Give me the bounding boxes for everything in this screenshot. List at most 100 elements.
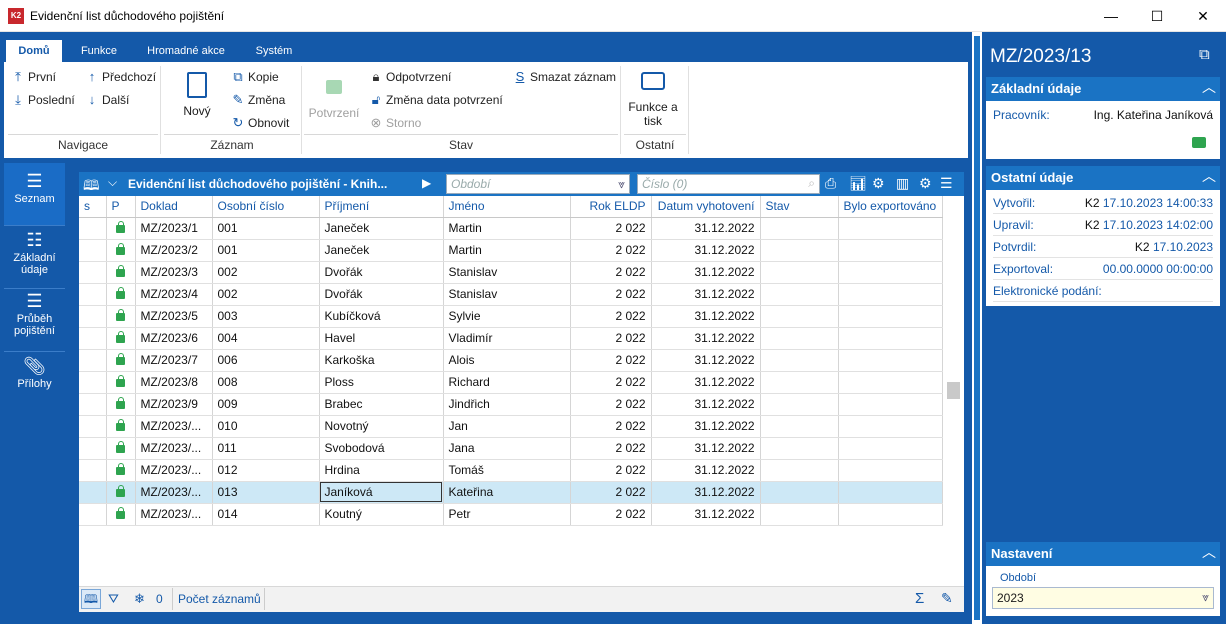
cell-datum-vyhotoveni[interactable]: 31.12.2022 [651,305,761,328]
col-rok-eldp[interactable]: Rok ELDP [570,196,652,218]
copy-button[interactable]: ⧉ Kopie [232,69,278,85]
cell-rok-eldp[interactable]: 2 022 [570,437,652,460]
cell-prijmeni[interactable]: Koutný [319,503,444,526]
tab-funkce[interactable]: Funkce [72,40,126,62]
refresh-button[interactable]: ↻ Obnovit [232,115,290,131]
cell-bylo-exportovano[interactable] [838,481,943,504]
cell-prijmeni[interactable]: Dvořák [319,283,444,306]
cell-rok-eldp[interactable]: 2 022 [570,239,652,262]
nav-item-seznam[interactable]: ☰ Seznam [4,163,65,225]
popout-icon[interactable]: ⧉ [1199,46,1210,63]
chevron-up-icon[interactable]: ︿ [1202,166,1216,186]
cell-prijmeni[interactable]: Kubíčková [319,305,444,328]
table-row[interactable]: MZ/2023/4 002 Dvořák Stanislav 2 022 31.12.20… [79,283,943,306]
cell-doklad[interactable]: MZ/2023/... [135,481,213,504]
snowflake-icon[interactable]: ❄ [134,591,145,607]
cell-prijmeni[interactable]: Janeček [319,217,444,240]
tab-domu[interactable]: Domů [6,40,62,62]
cell-rok-eldp[interactable]: 2 022 [570,503,652,526]
table-row[interactable]: MZ/2023/... 014 Koutný Petr 2 022 31.12.2022 [79,503,943,526]
cell-datum-vyhotoveni[interactable]: 31.12.2022 [651,371,761,394]
cell-doklad[interactable]: MZ/2023/3 [135,261,213,284]
cell-osobni-cislo[interactable]: 010 [212,415,320,438]
cell-osobni-cislo[interactable]: 008 [212,371,320,394]
previous-button[interactable]: ↑ Předchozí [86,69,156,84]
cell-datum-vyhotoveni[interactable]: 31.12.2022 [651,459,761,482]
cell-rok-eldp[interactable]: 2 022 [570,283,652,306]
cell-rok-eldp[interactable]: 2 022 [570,349,652,372]
cell-jmeno[interactable]: Sylvie [443,305,571,328]
cell-datum-vyhotoveni[interactable]: 31.12.2022 [651,239,761,262]
cell-stav[interactable] [760,217,839,240]
section-header-nastaveni[interactable]: Nastavení ︿ [986,542,1220,566]
cell-s[interactable] [79,437,107,460]
cell-stav[interactable] [760,283,839,306]
cell-bylo-exportovano[interactable] [838,371,943,394]
cell-stav[interactable] [760,437,839,460]
cell-osobni-cislo[interactable]: 006 [212,349,320,372]
cell-p[interactable] [106,305,136,328]
columns-icon[interactable]: ▥ [896,175,909,192]
cell-p[interactable] [106,239,136,262]
cell-doklad[interactable]: MZ/2023/7 [135,349,213,372]
cell-p[interactable] [106,503,136,526]
obdobi-select[interactable]: 2023 ⩔ [992,587,1214,609]
table-row[interactable]: MZ/2023/1 001 Janeček Martin 2 022 31.12.2022 [79,217,943,240]
cell-datum-vyhotoveni[interactable]: 31.12.2022 [651,349,761,372]
cell-s[interactable] [79,349,107,372]
tab-hromadne-akce[interactable]: Hromadné akce [140,40,232,62]
settings-gear-icon[interactable]: ⚙︎ [919,175,932,192]
cell-jmeno[interactable]: Martin [443,217,571,240]
table-row[interactable]: MZ/2023/... 012 Hrdina Tomáš 2 022 31.12.2022 [79,459,943,482]
cell-bylo-exportovano[interactable] [838,393,943,416]
cell-s[interactable] [79,393,107,416]
cell-datum-vyhotoveni[interactable]: 31.12.2022 [651,283,761,306]
cell-stav[interactable] [760,327,839,350]
cell-datum-vyhotoveni[interactable]: 31.12.2022 [651,393,761,416]
cell-stav[interactable] [760,349,839,372]
chevron-up-icon[interactable]: ︿ [1202,542,1216,562]
cell-stav[interactable] [760,261,839,284]
cell-prijmeni[interactable]: Havel [319,327,444,350]
new-button[interactable]: Nový [172,68,222,118]
cell-doklad[interactable]: MZ/2023/... [135,503,213,526]
cell-prijmeni[interactable]: Ploss [319,371,444,394]
first-button[interactable]: ⤒ První [12,69,56,85]
cell-p[interactable] [106,217,136,240]
unconfirm-button[interactable]: 🔒︎ Odpotvrzení [370,69,452,85]
cell-doklad[interactable]: MZ/2023/... [135,459,213,482]
col-prijmeni[interactable]: Příjmení [319,196,444,218]
edit-button[interactable]: ✎ Změna [232,92,286,108]
cell-datum-vyhotoveni[interactable]: 31.12.2022 [651,217,761,240]
cell-datum-vyhotoveni[interactable]: 31.12.2022 [651,503,761,526]
cell-jmeno[interactable]: Richard [443,371,571,394]
cell-prijmeni[interactable]: Hrdina [319,459,444,482]
change-confirm-date-button[interactable]: 🔓︎ Změna data potvrzení [370,92,503,108]
cell-osobni-cislo[interactable]: 002 [212,283,320,306]
cell-doklad[interactable]: MZ/2023/... [135,437,213,460]
cell-osobni-cislo[interactable]: 014 [212,503,320,526]
cell-doklad[interactable]: MZ/2023/2 [135,239,213,262]
table-row[interactable]: MZ/2023/... 011 Svobodová Jana 2 022 31.12.20… [79,437,943,460]
table-row[interactable]: MZ/2023/5 003 Kubíčková Sylvie 2 022 31.12.20… [79,305,943,328]
cell-s[interactable] [79,217,107,240]
chevron-down-icon[interactable]: ⌵ [108,175,117,190]
cell-bylo-exportovano[interactable] [838,437,943,460]
cell-doklad[interactable]: MZ/2023/1 [135,217,213,240]
confirm-button[interactable]: Potvrzení [306,72,362,120]
cell-p[interactable] [106,261,136,284]
cell-rok-eldp[interactable]: 2 022 [570,459,652,482]
col-osobni-cislo[interactable]: Osobní číslo [212,196,320,218]
splitter-bar[interactable] [974,36,980,620]
cell-rok-eldp[interactable]: 2 022 [570,481,652,504]
cell-s[interactable] [79,481,107,504]
sum-icon[interactable]: Σ [915,590,924,607]
cell-p[interactable] [106,371,136,394]
cell-stav[interactable] [760,239,839,262]
close-button[interactable]: ✕ [1180,0,1226,32]
cell-doklad[interactable]: MZ/2023/5 [135,305,213,328]
cell-osobni-cislo[interactable]: 003 [212,305,320,328]
cell-prijmeni[interactable]: Janíková [319,481,444,504]
table-row[interactable]: MZ/2023/6 004 Havel Vladimír 2 022 31.12.2022 [79,327,943,350]
cell-datum-vyhotoveni[interactable]: 31.12.2022 [651,415,761,438]
